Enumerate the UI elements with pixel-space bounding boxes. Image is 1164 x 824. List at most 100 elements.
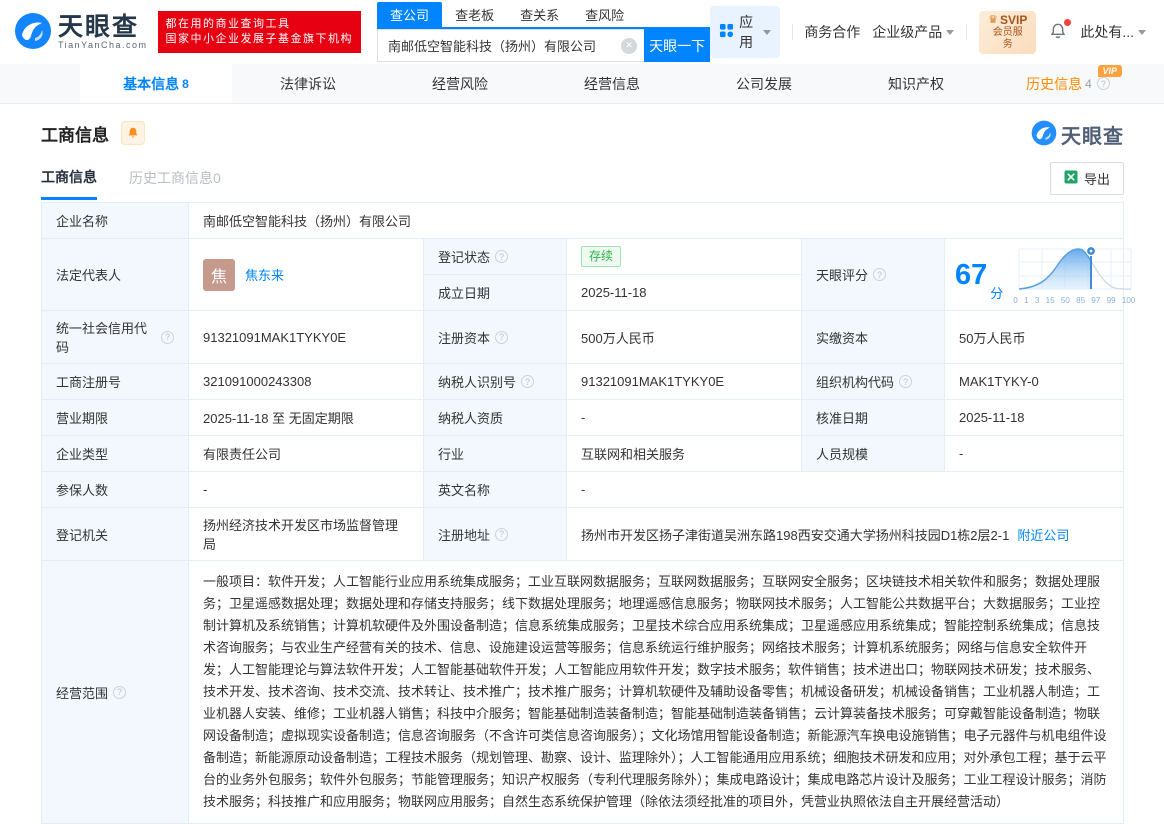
company-type-label: 企业类型: [42, 436, 189, 471]
more-menu[interactable]: 此处有...: [1080, 22, 1146, 42]
search-input[interactable]: [378, 30, 644, 61]
table-row: 工商注册号 321091000243308 纳税人识别号 ? 91321091M…: [42, 364, 1123, 400]
nearby-companies-link[interactable]: 附近公司: [1017, 525, 1069, 544]
table-row: 企业类型 有限责任公司 行业 互联网和相关服务 人员规模 -: [42, 436, 1123, 472]
help-icon[interactable]: ?: [899, 375, 912, 388]
industry-value: 互联网和相关服务: [567, 436, 802, 471]
avatar[interactable]: 焦: [203, 259, 235, 291]
tick: 97: [1091, 297, 1100, 305]
enterprise-products-label: 企业级产品: [872, 22, 942, 42]
notification-dot: [1064, 19, 1071, 26]
tick: 15: [1046, 297, 1055, 305]
chevron-down-icon: [1138, 30, 1146, 35]
business-coop-link[interactable]: 商务合作: [804, 22, 860, 42]
apps-menu[interactable]: 应用: [710, 6, 779, 58]
export-button[interactable]: 导出: [1050, 162, 1124, 195]
section-head: 工商信息 天眼查: [41, 118, 1124, 148]
enterprise-products-menu[interactable]: 企业级产品: [872, 22, 954, 42]
scope-label: 经营范围 ?: [42, 561, 189, 823]
industry-label: 行业: [424, 436, 567, 471]
english-name-label: 英文名称: [424, 472, 567, 507]
table-row: 企业名称 南邮低空智能科技（扬州）有限公司: [42, 203, 1123, 239]
svip-member-badge[interactable]: ♛ SVIP 会员服务: [979, 11, 1036, 54]
header-right-menu: 应用 商务合作 企业级产品 ♛ SVIP 会员服务: [710, 6, 1146, 58]
address-value: 扬州市开发区扬子津街道吴洲东路198西安交通大学扬州科技园D1栋2层2-1 附近…: [567, 508, 1123, 560]
tab-label: 历史信息: [1026, 74, 1082, 94]
approval-date-value: 2025-11-18: [945, 400, 1123, 435]
export-label: 导出: [1084, 169, 1110, 188]
help-icon[interactable]: ?: [113, 686, 126, 699]
help-icon[interactable]: ?: [873, 268, 886, 281]
help-icon[interactable]: ?: [495, 528, 508, 541]
chevron-down-icon: [763, 30, 771, 35]
insured-value: -: [189, 472, 424, 507]
tab-company-development[interactable]: 公司发展: [688, 64, 840, 103]
help-icon[interactable]: ?: [161, 331, 174, 344]
reg-capital-label: 注册资本 ?: [424, 311, 567, 363]
tick: 0: [1013, 297, 1017, 305]
divider: [792, 24, 793, 40]
staff-size-value: -: [945, 436, 1123, 471]
brand-name: 天眼查: [58, 14, 148, 40]
tab-label: 法律诉讼: [280, 74, 336, 94]
search-module: 查公司 查老板 查关系 查风险 ✕ 天眼一下: [377, 2, 710, 62]
tab-history-info[interactable]: VIP 历史信息 4 ?: [992, 64, 1144, 103]
subtab-business-info[interactable]: 工商信息: [41, 167, 97, 200]
reg-status-value: 存续: [567, 239, 802, 274]
tab-legal-lawsuits[interactable]: 法律诉讼: [232, 64, 384, 103]
paid-capital-value: 50万人民币: [945, 311, 1123, 363]
taxpayer-id-label: 纳税人识别号 ?: [424, 364, 567, 399]
taxpayer-id-value: 91321091MAK1TYKY0E: [567, 364, 802, 399]
help-icon[interactable]: ?: [521, 375, 534, 388]
term-value: 2025-11-18 至 无固定期限: [189, 400, 424, 435]
field-label-text: 组织机构代码: [816, 372, 894, 391]
logo-text: 天眼查 TianYanCha.com: [58, 14, 148, 50]
company-nav-tabs: 基本信息 8 法律诉讼 经营风险 经营信息 公司发展 知识产权 VIP 历史信息…: [0, 64, 1164, 104]
legal-rep-link[interactable]: 焦东来: [245, 265, 284, 284]
search-tab-boss[interactable]: 查老板: [442, 2, 507, 27]
search-button[interactable]: 天眼一下: [644, 29, 710, 62]
table-row: 登记机关 扬州经济技术开发区市场监督管理局 注册地址 ? 扬州市开发区扬子津街道…: [42, 508, 1123, 561]
section-title: 工商信息: [41, 121, 109, 146]
reg-number-label: 工商注册号: [42, 364, 189, 399]
top-header: 天眼查 TianYanCha.com 都在用的商业查询工具 国家中小企业发展子基…: [0, 0, 1164, 64]
notifications-bell[interactable]: [1048, 21, 1068, 44]
help-icon[interactable]: ?: [495, 250, 508, 263]
registry-label: 登记机关: [42, 508, 189, 560]
vip-badge: VIP: [1098, 65, 1122, 77]
company-name-value: 南邮低空智能科技（扬州）有限公司: [189, 203, 1123, 238]
help-icon[interactable]: ?: [1097, 77, 1110, 90]
search-tab-relation[interactable]: 查关系: [507, 2, 572, 27]
insured-label: 参保人数: [42, 472, 189, 507]
reg-status-label: 登记状态 ?: [424, 239, 567, 274]
chevron-down-icon: [946, 30, 954, 35]
business-coop-label: 商务合作: [804, 22, 860, 42]
search-tab-company[interactable]: 查公司: [377, 2, 442, 27]
credit-code-value: 91321091MAK1TYKY0E: [189, 311, 424, 363]
clear-icon[interactable]: ✕: [621, 38, 637, 54]
tab-basic-info[interactable]: 基本信息 8: [80, 64, 232, 103]
tab-intellectual-property[interactable]: 知识产权: [840, 64, 992, 103]
monitor-bell-icon[interactable]: [121, 121, 145, 145]
org-code-label: 组织机构代码 ?: [802, 364, 945, 399]
legal-rep-label: 法定代表人: [42, 239, 189, 310]
subtab-history-business-info[interactable]: 历史工商信息0: [129, 168, 221, 198]
tab-count: 8: [182, 77, 189, 91]
table-row: 经营范围 ? 一般项目：软件开发；人工智能行业应用系统集成服务；工业互联网数据服…: [42, 561, 1123, 823]
tab-operating-info[interactable]: 经营信息: [536, 64, 688, 103]
help-icon[interactable]: ?: [495, 331, 508, 344]
tab-label: 知识产权: [888, 74, 944, 94]
field-label-text: 注册地址: [438, 525, 490, 544]
paid-capital-label: 实缴资本: [802, 311, 945, 363]
establish-date-label: 成立日期: [424, 275, 567, 310]
promo-line1: 都在用的商业查询工具: [166, 17, 354, 32]
page: 天眼查 TianYanCha.com 都在用的商业查询工具 国家中小企业发展子基…: [0, 0, 1164, 747]
tab-operating-risk[interactable]: 经营风险: [384, 64, 536, 103]
subtab-row: 工商信息 历史工商信息0 导出: [41, 166, 1124, 200]
search-tab-risk[interactable]: 查风险: [572, 2, 637, 27]
address-text: 扬州市开发区扬子津街道吴洲东路198西安交通大学扬州科技园D1栋2层2-1: [581, 525, 1009, 544]
legal-rep-value: 焦 焦东来: [189, 239, 424, 310]
svip-sublabel: 会员服务: [988, 27, 1027, 51]
brand-domain: TianYanCha.com: [58, 40, 148, 50]
tianyancha-logo[interactable]: 天眼查 TianYanCha.com: [14, 12, 148, 53]
